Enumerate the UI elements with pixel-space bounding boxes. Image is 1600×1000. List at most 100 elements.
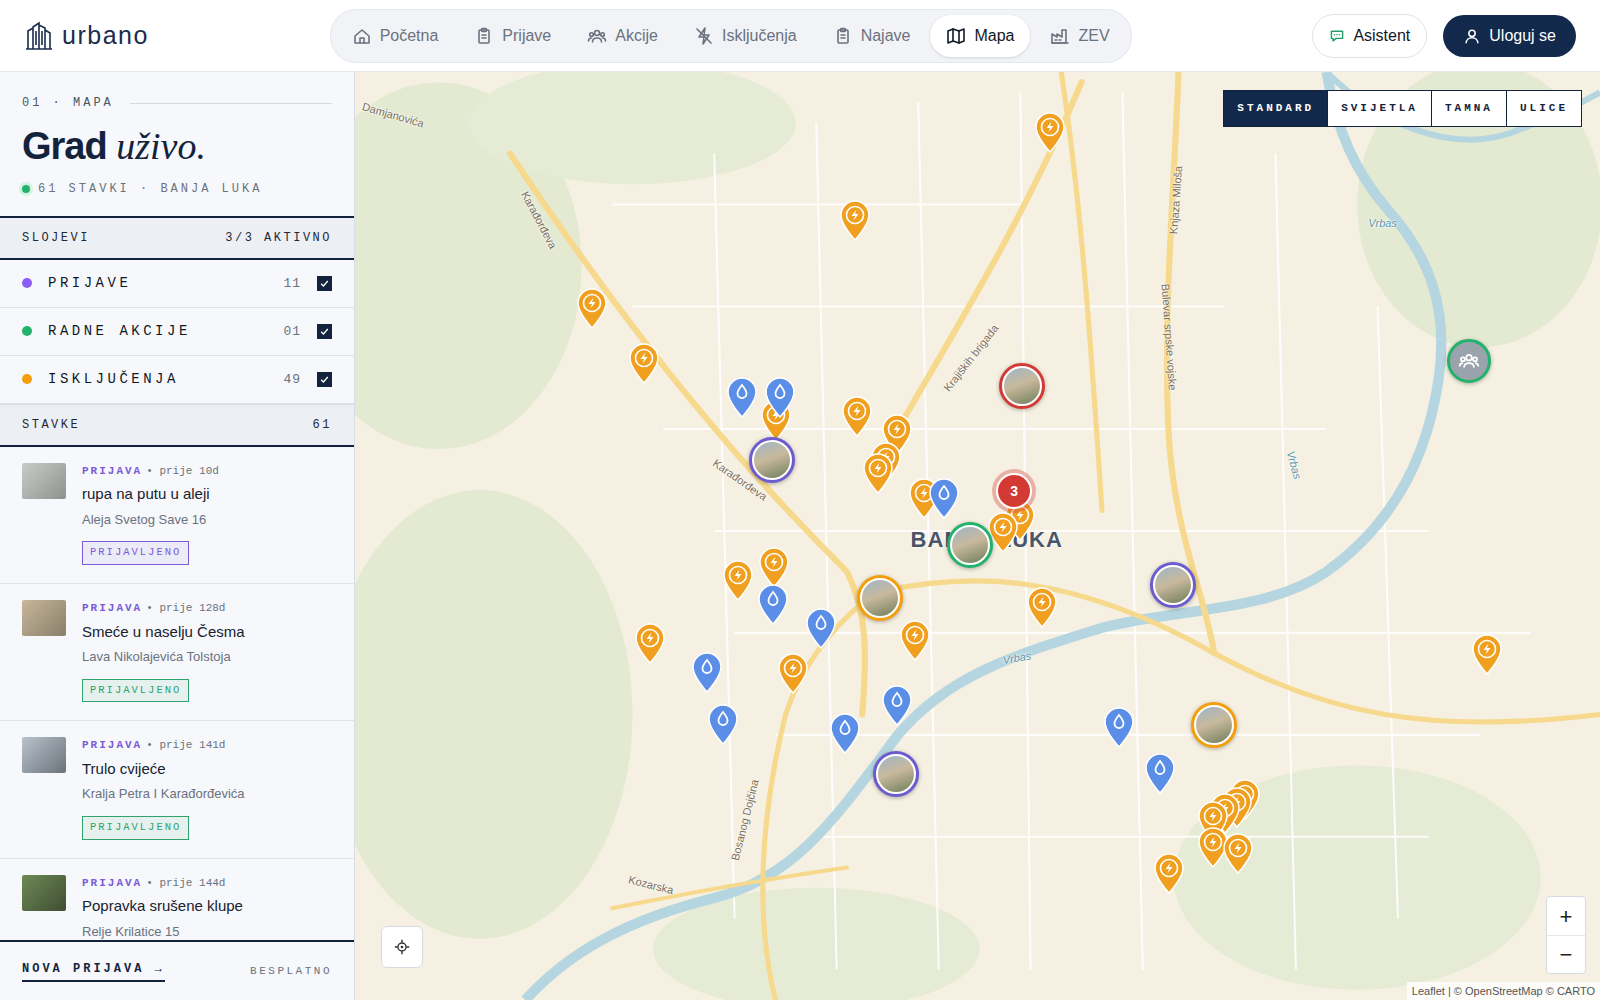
outage-marker[interactable]: [1033, 111, 1067, 153]
water-marker[interactable]: [880, 684, 914, 726]
action-marker[interactable]: [1447, 339, 1491, 383]
photo-thumb: [1004, 368, 1040, 404]
photo-marker[interactable]: [1150, 562, 1196, 608]
item-list: PRIJAVA• prije 10drupa na putu u alejiAl…: [0, 447, 354, 940]
layer-row[interactable]: PRIJAVE11: [0, 260, 354, 308]
cluster-marker[interactable]: 3: [996, 473, 1032, 509]
login-button[interactable]: Uloguj se: [1443, 15, 1576, 57]
item-card[interactable]: PRIJAVA• prije 10drupa na putu u alejiAl…: [0, 447, 354, 584]
nav-label: ZEV: [1078, 24, 1109, 48]
brand-name[interactable]: urbano: [62, 17, 149, 55]
item-body: PRIJAVA• prije 144dPopravka srušene klup…: [82, 875, 332, 940]
check-icon: [319, 374, 330, 385]
nav-item[interactable]: Isključenja: [678, 15, 813, 57]
assistant-button[interactable]: Asistent: [1312, 14, 1427, 58]
brand[interactable]: urbano: [24, 17, 149, 55]
photo-marker[interactable]: [749, 437, 795, 483]
page-title: Grad uživo.: [22, 126, 332, 168]
item-card[interactable]: PRIJAVA• prije 128dSmeće u naselju Česma…: [0, 584, 354, 721]
item-card[interactable]: PRIJAVA• prije 141dTrulo cvijećeKralja P…: [0, 721, 354, 858]
outage-marker[interactable]: [1221, 832, 1255, 874]
photo-ring: [873, 751, 919, 797]
photo-marker[interactable]: [857, 575, 903, 621]
outage-marker[interactable]: [721, 559, 755, 601]
nav-label: Prijave: [502, 24, 551, 48]
map-style-button[interactable]: STANDARD: [1224, 91, 1328, 126]
layer-checkbox[interactable]: [317, 372, 332, 387]
water-marker[interactable]: [763, 376, 797, 418]
new-report-link[interactable]: NOVA PRIJAVA →: [22, 960, 165, 982]
layers-title: SLOJEVI: [22, 229, 90, 247]
outage-marker[interactable]: [840, 395, 874, 437]
water-marker[interactable]: [725, 376, 759, 418]
outage-marker[interactable]: [757, 546, 791, 588]
lightning-icon: [1152, 852, 1186, 894]
nav-item[interactable]: ZEV: [1034, 15, 1125, 57]
item-card[interactable]: PRIJAVA• prije 144dPopravka srušene klup…: [0, 859, 354, 940]
layer-row[interactable]: RADNE AKCIJE 01: [0, 308, 354, 356]
item-type: PRIJAVA: [82, 463, 142, 480]
outage-marker[interactable]: [1152, 852, 1186, 894]
layer-label: RADNE AKCIJE: [48, 321, 267, 342]
layer-dot: [22, 278, 32, 288]
photo-thumb: [952, 527, 988, 563]
map-style-button[interactable]: SVIJETLA: [1328, 91, 1432, 126]
sidebar-heading: 01 · MAPAGrad uživo.61 STAVKI · BANJA LU…: [0, 72, 354, 216]
outage-marker[interactable]: [627, 342, 661, 384]
lightning-icon: [776, 652, 810, 694]
item-title: Smeće u naselju Česma: [82, 621, 332, 644]
item-status: PRIJAVLJENO: [82, 541, 189, 565]
photo-marker[interactable]: [999, 363, 1045, 409]
water-marker[interactable]: [706, 703, 740, 745]
nav-item[interactable]: Početna: [336, 15, 455, 57]
zoom-out-button[interactable]: −: [1547, 935, 1585, 973]
outage-marker[interactable]: [861, 452, 895, 494]
photo-marker[interactable]: [873, 751, 919, 797]
map-style-button[interactable]: TAMNA: [1432, 91, 1507, 126]
map-attribution[interactable]: Leaflet | © OpenStreetMap © CARTO: [1407, 982, 1600, 1000]
layer-row[interactable]: ISKLJUČENJA49: [0, 356, 354, 404]
locate-button[interactable]: [381, 926, 423, 968]
lightning-icon: [898, 619, 932, 661]
crosshair-icon: [393, 938, 411, 956]
photo-marker[interactable]: [1191, 702, 1237, 748]
free-note: BESPLATNO: [250, 963, 332, 980]
photo-ring: [999, 363, 1045, 409]
map-icon: [946, 26, 966, 46]
zoom-in-button[interactable]: +: [1547, 897, 1585, 935]
main-nav: Početna Prijave AkcijeIsključenjaNajaveMap…: [330, 9, 1132, 63]
lightning-icon: [721, 559, 755, 601]
water-marker[interactable]: [927, 477, 961, 519]
photo-thumb: [1155, 567, 1191, 603]
water-marker[interactable]: [1102, 706, 1136, 748]
water-marker[interactable]: [828, 712, 862, 754]
water-drop-icon: [690, 651, 724, 693]
nav-item[interactable]: Najave: [817, 15, 927, 57]
layer-checkbox[interactable]: [317, 276, 332, 291]
outage-marker[interactable]: [633, 622, 667, 664]
nav-item[interactable]: Prijave: [458, 15, 567, 57]
water-marker[interactable]: [690, 651, 724, 693]
outage-marker[interactable]: [1025, 586, 1059, 628]
photo-thumb: [878, 756, 914, 792]
photo-thumb: [862, 580, 898, 616]
map[interactable]: DamjanovićaKarađorđevaKarađorđevaKrajišk…: [355, 72, 1600, 1000]
nav-item[interactable]: Akcije: [571, 15, 674, 57]
layer-checkbox[interactable]: [317, 324, 332, 339]
item-meta: PRIJAVA• prije 144d: [82, 875, 332, 892]
check-icon: [319, 326, 330, 337]
layer-count: 01: [283, 322, 301, 342]
water-marker[interactable]: [804, 607, 838, 649]
item-photo: [22, 737, 66, 773]
water-marker[interactable]: [1143, 752, 1177, 794]
user-icon: [1463, 27, 1481, 45]
outage-marker[interactable]: [1470, 633, 1504, 675]
outage-marker[interactable]: [898, 619, 932, 661]
outage-marker[interactable]: [838, 199, 872, 241]
outage-marker[interactable]: [575, 287, 609, 329]
photo-marker[interactable]: [947, 522, 993, 568]
outage-marker[interactable]: [776, 652, 810, 694]
map-style-button[interactable]: ULICE: [1507, 91, 1581, 126]
nav-item[interactable]: Mapa: [930, 15, 1030, 57]
water-marker[interactable]: [756, 583, 790, 625]
